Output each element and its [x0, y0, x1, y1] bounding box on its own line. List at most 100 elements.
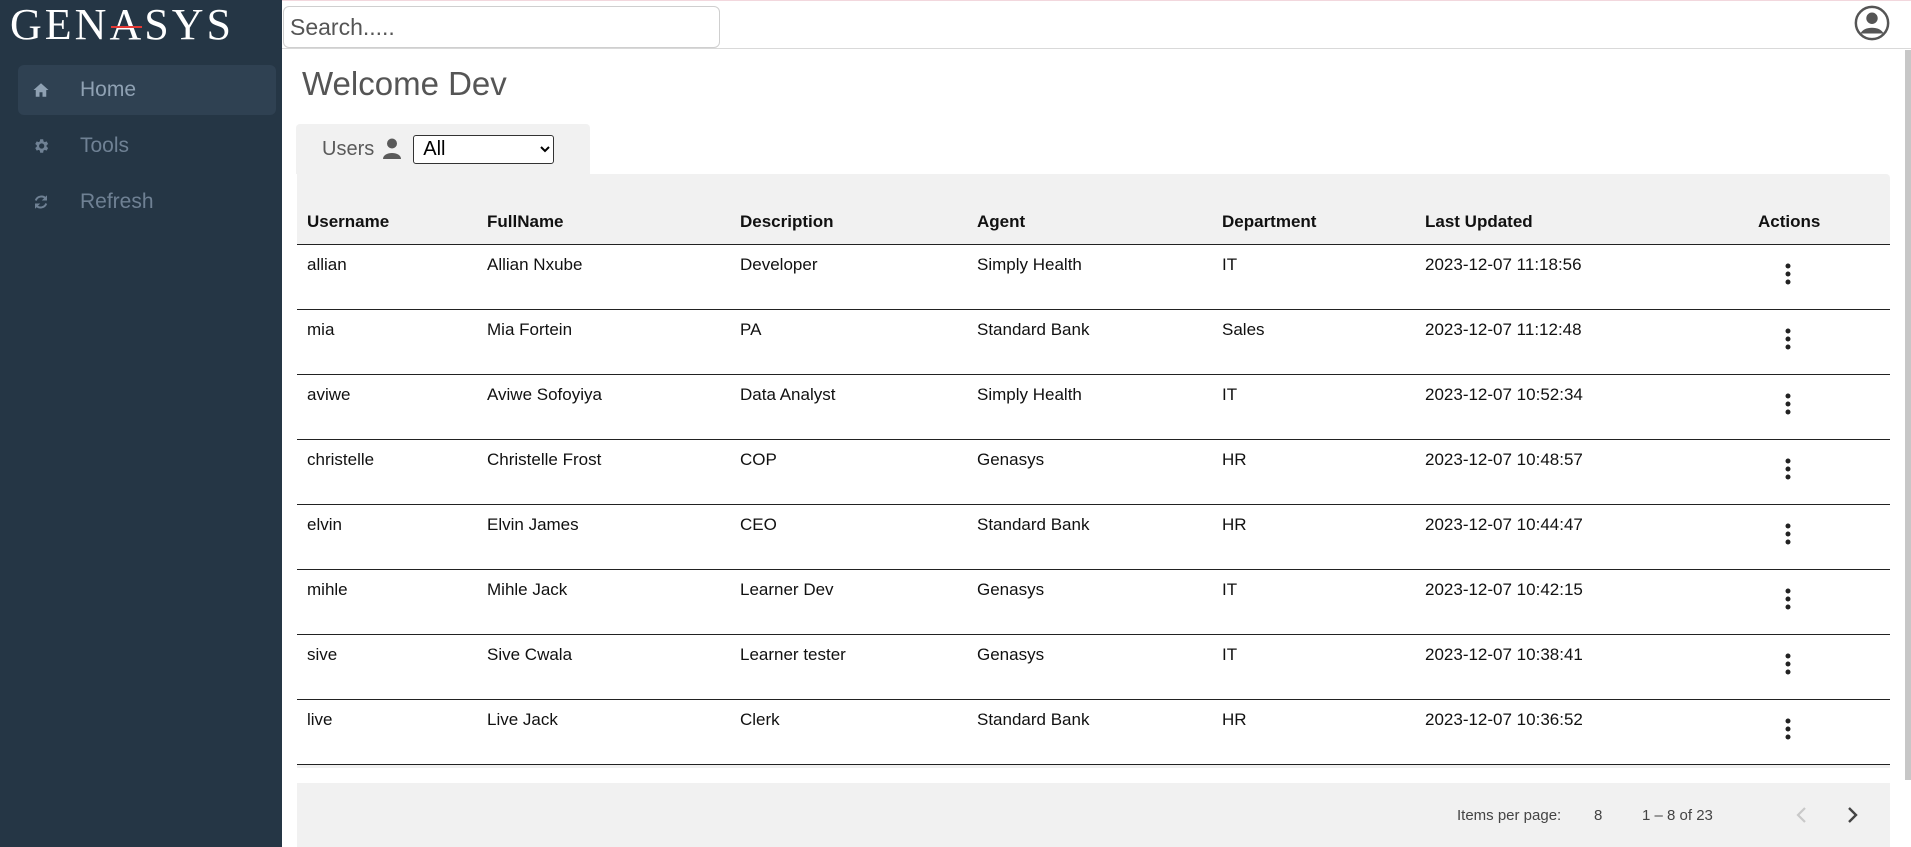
cell-last-updated: 2023-12-07 11:18:56	[1415, 244, 1748, 310]
cell-department: IT	[1212, 634, 1415, 700]
cell-fullname: Christelle Frost	[477, 439, 730, 505]
column-header-last-updated[interactable]: Last Updated	[1415, 200, 1748, 245]
main-content: Welcome Dev Users All Username FullName …	[282, 50, 1911, 847]
cell-description: PA	[730, 309, 967, 375]
cell-fullname: Allian Nxube	[477, 244, 730, 310]
cell-agent: Simply Health	[967, 244, 1212, 310]
cell-agent: Standard Bank	[967, 699, 1212, 765]
table-row[interactable]: mihle Mihle Jack Learner Dev Genasys IT 2023-…	[297, 569, 1890, 635]
table-row[interactable]: christelle Christelle Frost COP Genasys HR 20…	[297, 439, 1890, 505]
more-vert-icon[interactable]	[1773, 584, 1803, 614]
column-header-description[interactable]: Description	[730, 200, 967, 245]
cell-last-updated: 2023-12-07 11:12:48	[1415, 309, 1748, 375]
table-row[interactable]: mia Mia Fortein PA Standard Bank Sales 2023-1…	[297, 309, 1890, 375]
cell-username: sive	[297, 634, 477, 700]
cell-description: Data Analyst	[730, 374, 967, 440]
cell-username: elvin	[297, 504, 477, 570]
cell-agent: Standard Bank	[967, 309, 1212, 375]
cell-fullname: Mihle Jack	[477, 569, 730, 635]
cell-description: COP	[730, 439, 967, 505]
topbar	[282, 0, 1911, 49]
cell-username: allian	[297, 244, 477, 310]
sidebar-item-label: Home	[80, 78, 137, 101]
column-header-username[interactable]: Username	[297, 200, 477, 245]
sidebar: GEN A SYS Home Tools Refresh	[0, 0, 282, 847]
home-icon	[30, 79, 52, 101]
previous-page-icon[interactable]	[1784, 797, 1820, 833]
cell-fullname: Sive Cwala	[477, 634, 730, 700]
refresh-icon	[30, 191, 52, 213]
cell-agent: Genasys	[967, 634, 1212, 700]
logo-letter-a: A	[109, 0, 145, 49]
page-range-label: 1 – 8 of 23	[1642, 807, 1713, 824]
cell-fullname: Elvin James	[477, 504, 730, 570]
cell-actions	[1748, 374, 1890, 440]
cell-fullname: Mia Fortein	[477, 309, 730, 375]
cell-last-updated: 2023-12-07 10:36:52	[1415, 699, 1748, 765]
items-per-page-select[interactable]: 8	[1594, 807, 1602, 824]
table-row[interactable]: live Live Jack Clerk Standard Bank HR 2023-12…	[297, 699, 1890, 765]
cell-actions	[1748, 439, 1890, 505]
more-vert-icon[interactable]	[1773, 519, 1803, 549]
cell-agent: Simply Health	[967, 374, 1212, 440]
sidebar-item-label: Refresh	[80, 190, 154, 213]
account-circle-icon[interactable]	[1853, 4, 1891, 42]
sidebar-item-refresh[interactable]: Refresh	[18, 177, 276, 227]
cell-department: IT	[1212, 374, 1415, 440]
cell-username: live	[297, 699, 477, 765]
cell-username: christelle	[297, 439, 477, 505]
genasys-logo[interactable]: GEN A SYS	[10, 0, 234, 49]
cell-description: CEO	[730, 504, 967, 570]
table-header-row: Username FullName Description Agent Depa…	[297, 200, 1890, 245]
paginator: Items per page: 8 1 – 8 of 23	[297, 783, 1890, 847]
person-icon	[383, 138, 402, 159]
users-filter-select[interactable]: All	[413, 134, 555, 164]
cell-fullname: Aviwe Sofoyiya	[477, 374, 730, 440]
table-row[interactable]: elvin Elvin James CEO Standard Bank HR 2023-1…	[297, 504, 1890, 570]
users-table-body: allian Allian Nxube Developer Simply Health…	[297, 244, 1890, 765]
column-header-department[interactable]: Department	[1212, 200, 1415, 245]
cell-last-updated: 2023-12-07 10:38:41	[1415, 634, 1748, 700]
cell-description: Learner tester	[730, 634, 967, 700]
cell-department: HR	[1212, 504, 1415, 570]
logo-text-right: SYS	[144, 0, 234, 49]
cell-agent: Genasys	[967, 569, 1212, 635]
table-row[interactable]: aviwe Aviwe Sofoyiya Data Analyst Simply He…	[297, 374, 1890, 440]
more-vert-icon[interactable]	[1773, 454, 1803, 484]
vertical-scrollbar[interactable]	[1905, 50, 1911, 780]
cell-department: HR	[1212, 699, 1415, 765]
cell-fullname: Live Jack	[477, 699, 730, 765]
sidebar-item-home[interactable]: Home	[18, 65, 276, 115]
sidebar-nav: Home Tools Refresh	[18, 65, 276, 233]
next-page-icon[interactable]	[1834, 797, 1870, 833]
column-header-fullname[interactable]: FullName	[477, 200, 730, 245]
cell-username: aviwe	[297, 374, 477, 440]
cell-actions	[1748, 569, 1890, 635]
table-row[interactable]: allian Allian Nxube Developer Simply Health…	[297, 244, 1890, 310]
cell-description: Learner Dev	[730, 569, 967, 635]
cell-agent: Genasys	[967, 439, 1212, 505]
cell-actions	[1748, 504, 1890, 570]
cell-description: Clerk	[730, 699, 967, 765]
more-vert-icon[interactable]	[1773, 649, 1803, 679]
users-table-panel: Username FullName Description Agent Depa…	[297, 174, 1890, 768]
sidebar-item-tools[interactable]: Tools	[18, 121, 276, 171]
cell-department: Sales	[1212, 309, 1415, 375]
cell-actions	[1748, 634, 1890, 700]
table-row[interactable]: sive Sive Cwala Learner tester Genasys IT 202…	[297, 634, 1890, 700]
cell-last-updated: 2023-12-07 10:48:57	[1415, 439, 1748, 505]
more-vert-icon[interactable]	[1773, 259, 1803, 289]
column-header-agent[interactable]: Agent	[967, 200, 1212, 245]
search-input[interactable]	[283, 6, 720, 48]
more-vert-icon[interactable]	[1773, 714, 1803, 744]
column-header-actions: Actions	[1748, 200, 1890, 245]
more-vert-icon[interactable]	[1773, 389, 1803, 419]
cell-department: IT	[1212, 569, 1415, 635]
more-vert-icon[interactable]	[1773, 324, 1803, 354]
gear-icon	[30, 135, 52, 157]
page-title: Welcome Dev	[302, 65, 507, 102]
cell-agent: Standard Bank	[967, 504, 1212, 570]
cell-actions	[1748, 699, 1890, 765]
logo-text-left: GEN	[10, 0, 110, 49]
cell-last-updated: 2023-12-07 10:42:15	[1415, 569, 1748, 635]
